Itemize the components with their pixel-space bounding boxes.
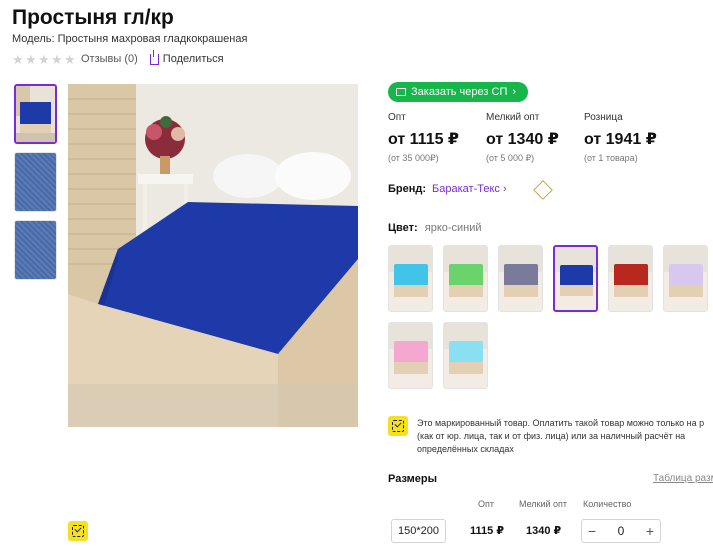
share-button[interactable]: Поделиться — [149, 49, 224, 65]
size-option[interactable]: 150*200 — [391, 519, 446, 543]
size-price-opt: 1115 ₽ — [470, 525, 504, 537]
plus-icon[interactable]: + — [646, 523, 654, 539]
size-header-opt: Опт — [478, 499, 494, 509]
thumbnail-fabric-2[interactable] — [14, 220, 57, 280]
star-icon: ★ — [12, 51, 24, 67]
quantity-value[interactable]: 0 — [618, 524, 625, 538]
quantity-stepper: − 0 + — [581, 519, 661, 543]
fabric-thumbnail-image — [15, 221, 56, 279]
brand-row: Бренд: Баракат-Текс › — [388, 180, 561, 198]
color-swatch[interactable] — [443, 322, 488, 389]
star-icon: ★ — [38, 51, 50, 67]
thumbnail-bed[interactable] — [14, 84, 57, 144]
order-via-sp-button[interactable]: Заказать через СП › — [388, 82, 529, 102]
reviews-link[interactable]: Отзывы (0) — [81, 53, 138, 65]
size-header-small-opt: Мелкий опт — [519, 499, 568, 509]
size-price-small-opt: 1340 ₽ — [526, 525, 562, 537]
marking-notice-badge — [388, 416, 408, 436]
price-tier-note: (от 5 000 ₽) — [486, 153, 535, 163]
price-tier-value: от 1115 ₽ — [388, 131, 460, 148]
brand-label: Бренд: — [388, 183, 427, 195]
bed-photo — [68, 84, 358, 427]
bed-thumbnail-image — [16, 86, 55, 142]
color-value: ярко-синий — [424, 222, 482, 234]
brand-name: Баракат-Текс — [432, 183, 500, 195]
price-tier-note: (от 1 товара) — [584, 153, 638, 163]
price-tiers: Опт от 1115 ₽ (от 35 000₽) Мелкий опт от… — [388, 112, 675, 164]
main-product-image[interactable] — [68, 84, 358, 427]
color-swatches — [388, 245, 713, 389]
price-tier-label: Опт — [388, 112, 406, 123]
price-tier-small-opt: Мелкий опт от 1340 ₽ (от 5 000 ₽) — [486, 112, 577, 164]
marking-badge[interactable] — [68, 521, 88, 541]
price-tier-value: от 1340 ₽ — [486, 131, 559, 148]
price-tier-opt: Опт от 1115 ₽ (от 35 000₽) — [388, 112, 479, 164]
price-tier-label: Розница — [584, 112, 623, 123]
price-tier-retail: Розница от 1941 ₽ (от 1 товара) — [584, 112, 675, 164]
scan-check-icon — [72, 525, 84, 537]
product-title: Простыня гл/кр — [12, 6, 174, 29]
price-tier-note: (от 35 000₽) — [388, 153, 439, 163]
price-tier-label: Мелкий опт — [486, 112, 540, 123]
brand-link[interactable]: Баракат-Текс › — [432, 183, 507, 195]
size-header-qty: Количество — [583, 499, 632, 509]
rating-stars: ★ ★ ★ ★ ★ — [12, 51, 76, 67]
scan-check-icon — [392, 420, 404, 432]
color-swatch[interactable] — [608, 245, 653, 312]
star-icon: ★ — [25, 51, 37, 67]
color-swatch-selected[interactable] — [553, 245, 598, 312]
color-row: Цвет: ярко-синий — [388, 222, 482, 234]
color-swatch[interactable] — [443, 245, 488, 312]
product-model: Модель: Простыня махровая гладкокрашеная — [12, 33, 248, 45]
color-swatch[interactable] — [388, 322, 433, 389]
fabric-thumbnail-image — [15, 153, 56, 211]
rating-row: ★ ★ ★ ★ ★ Отзывы (0) Поделиться — [12, 49, 224, 67]
chevron-right-icon: › — [502, 183, 507, 195]
cart-icon — [396, 88, 406, 96]
minus-icon[interactable]: − — [588, 523, 596, 539]
sizes-title: Размеры — [388, 473, 438, 485]
color-swatch[interactable] — [498, 245, 543, 312]
price-tier-value: от 1941 ₽ — [584, 131, 657, 148]
share-icon — [149, 49, 159, 65]
order-via-sp-label: Заказать через СП — [411, 86, 508, 98]
thumbnail-list — [14, 84, 57, 280]
marking-notice: Это маркированный товар. Оплатить такой … — [417, 418, 705, 454]
star-icon: ★ — [64, 51, 76, 67]
chevron-right-icon: › — [512, 86, 517, 98]
size-table-link[interactable]: Таблица разме — [653, 473, 713, 484]
brand-logo[interactable] — [523, 180, 561, 198]
color-label: Цвет: — [388, 222, 418, 234]
color-swatch[interactable] — [388, 245, 433, 312]
thumbnail-fabric-1[interactable] — [14, 152, 57, 212]
share-label: Поделиться — [162, 53, 224, 65]
star-icon: ★ — [51, 51, 63, 67]
color-swatch[interactable] — [663, 245, 708, 312]
